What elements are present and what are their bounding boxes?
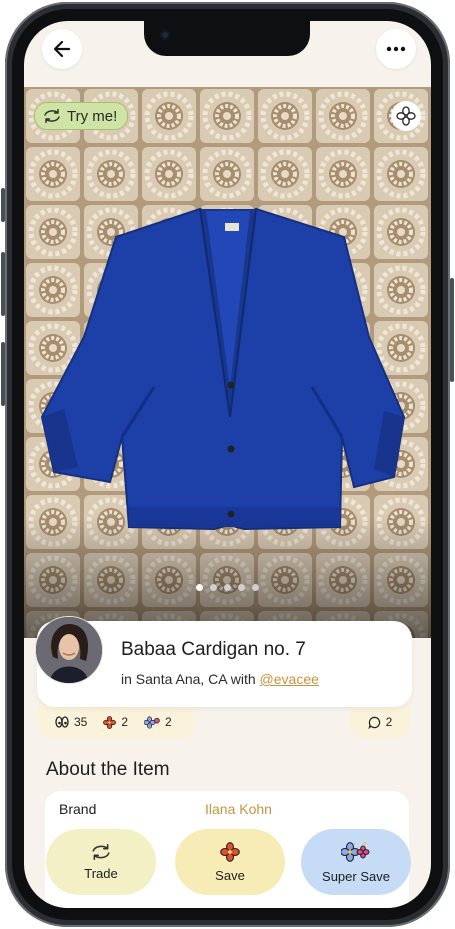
favorite-button[interactable] bbox=[391, 101, 421, 131]
more-options-button[interactable] bbox=[376, 29, 416, 69]
cardigan-photo bbox=[24, 87, 431, 638]
trade-button[interactable]: Trade bbox=[46, 829, 156, 895]
owner-photo bbox=[36, 617, 102, 683]
super-saves-count: 2 bbox=[165, 715, 172, 729]
save-label: Save bbox=[215, 867, 245, 883]
views-stat: 35 bbox=[55, 715, 87, 729]
trade-label: Trade bbox=[84, 865, 118, 881]
detail-value[interactable]: Ilana Kohn bbox=[205, 801, 272, 817]
avatar[interactable] bbox=[35, 616, 103, 684]
owner-handle-link[interactable]: @evacee bbox=[260, 671, 319, 687]
item-title: Babaa Cardigan no. 7 bbox=[121, 639, 306, 660]
try-me-label: Try me! bbox=[67, 107, 118, 125]
front-camera bbox=[160, 30, 170, 40]
flower-icon bbox=[103, 715, 117, 729]
notch bbox=[144, 21, 310, 56]
flower-outline-icon bbox=[396, 106, 416, 126]
flower-icon bbox=[220, 841, 240, 862]
about-heading: About the Item bbox=[46, 759, 170, 780]
back-button[interactable] bbox=[42, 29, 82, 69]
detail-label: Brand bbox=[59, 801, 97, 817]
item-info-card: Babaa Cardigan no. 7 in Santa Ana, CA wi… bbox=[35, 616, 412, 707]
double-flower-icon bbox=[144, 715, 160, 729]
item-photo[interactable]: Try me! bbox=[24, 87, 431, 638]
carousel-dot[interactable] bbox=[196, 584, 203, 591]
double-flower-icon bbox=[341, 841, 370, 862]
saves-stat: 2 bbox=[103, 715, 128, 729]
carousel-dot[interactable] bbox=[224, 584, 231, 591]
item-location: in Santa Ana, CA with @evacee bbox=[121, 671, 319, 687]
super-save-label: Super Save bbox=[322, 868, 390, 884]
phone-side-button bbox=[1, 252, 5, 316]
carousel-dot[interactable] bbox=[238, 584, 245, 591]
carousel-indicator bbox=[24, 584, 431, 591]
swap-arrows-icon bbox=[92, 843, 110, 860]
arrow-left-icon bbox=[53, 40, 71, 58]
saves-count: 2 bbox=[121, 715, 129, 729]
comments-count: 2 bbox=[385, 715, 393, 729]
super-saves-stat: 2 bbox=[144, 715, 172, 729]
views-count: 35 bbox=[74, 715, 88, 729]
speech-bubble-icon bbox=[368, 716, 380, 729]
phone-side-button bbox=[1, 188, 5, 222]
super-save-button[interactable]: Super Save bbox=[301, 829, 411, 895]
eyes-icon bbox=[55, 716, 69, 728]
phone-side-button bbox=[450, 278, 454, 382]
phone-side-button bbox=[1, 342, 5, 406]
app-screen: Try me! 35 2 2 2 Babaa Cardigan no. 7 in… bbox=[24, 21, 431, 908]
item-stats: 35 2 2 bbox=[37, 705, 195, 739]
comments-button[interactable]: 2 bbox=[350, 705, 410, 739]
try-me-button[interactable]: Try me! bbox=[34, 102, 129, 130]
carousel-dot[interactable] bbox=[210, 584, 217, 591]
detail-row-brand: Brand Ilana Kohn bbox=[59, 801, 399, 821]
swap-arrows-icon bbox=[44, 109, 60, 123]
ellipsis-icon bbox=[386, 46, 406, 52]
location-text: in Santa Ana, CA with bbox=[121, 671, 260, 687]
save-button[interactable]: Save bbox=[175, 829, 285, 895]
carousel-dot[interactable] bbox=[252, 584, 259, 591]
